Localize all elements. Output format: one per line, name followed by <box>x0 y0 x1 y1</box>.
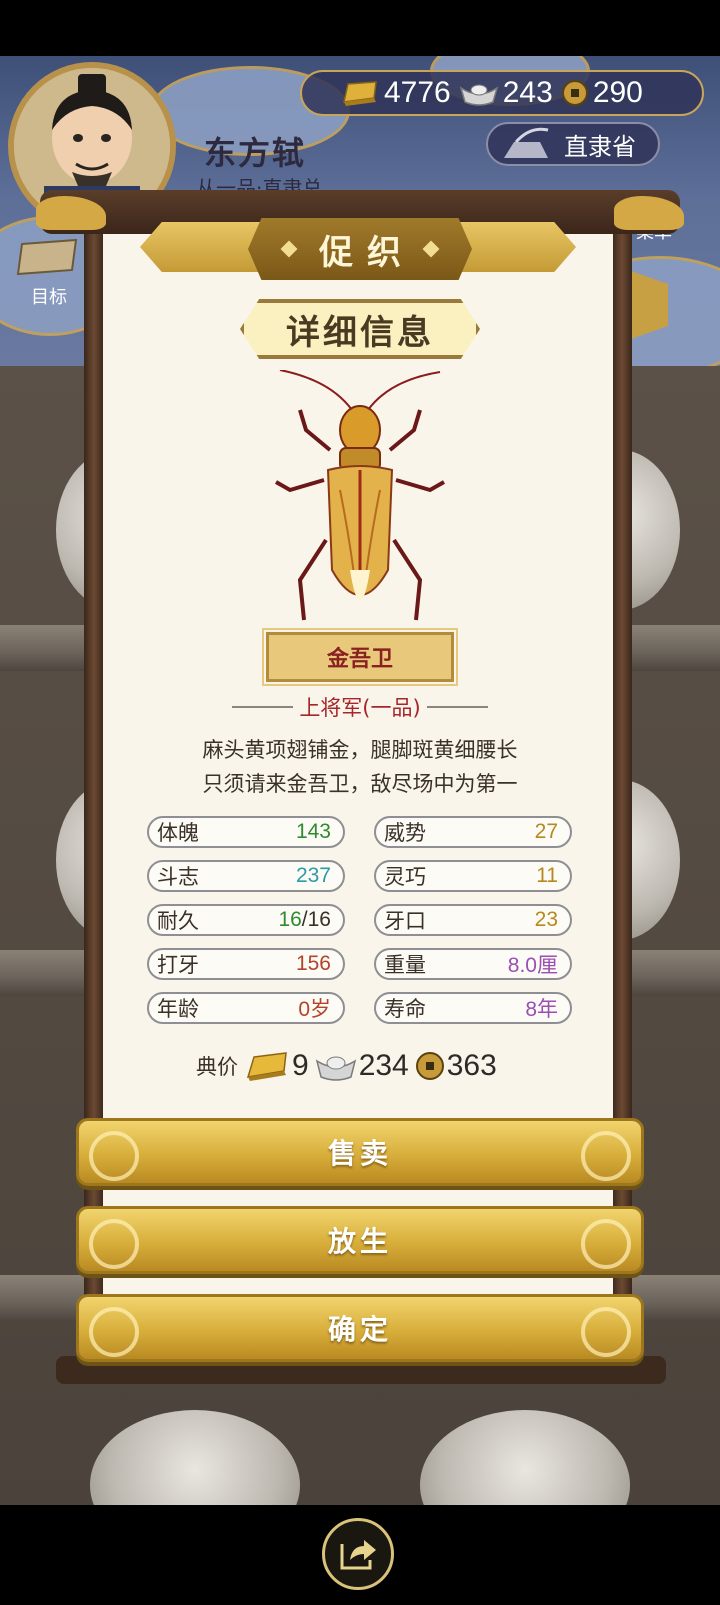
cricket-rank: 上将军(一品) <box>299 696 421 720</box>
stat-label: 耐久 <box>157 909 199 933</box>
detail-header: 详细信息 <box>240 299 480 359</box>
stat-label: 打牙 <box>157 953 199 977</box>
divider <box>232 706 294 708</box>
release-button[interactable]: 放生 <box>76 1206 644 1274</box>
cricket-illustration-icon <box>275 370 445 621</box>
panel-title: 促织 <box>319 232 415 273</box>
stat-weight: 重量 8.0厘 <box>374 948 572 980</box>
stat-value: 23 <box>534 908 558 931</box>
share-icon <box>340 1540 376 1570</box>
gold-amount: 4776 <box>384 76 451 109</box>
copper-coin-icon <box>561 80 588 106</box>
stat-prestige: 威势 27 <box>374 816 572 848</box>
stat-label: 斗志 <box>157 865 199 889</box>
currency-silver: 243 <box>459 76 553 110</box>
stat-label: 寿命 <box>384 997 426 1021</box>
copper-coin-icon <box>415 1052 444 1080</box>
description-line-1: 麻头黄项翅铺金，腿脚斑黄细腰长 <box>202 738 518 762</box>
price-label: 典价 <box>196 1055 238 1079</box>
price-coin: 363 <box>446 1049 497 1082</box>
sell-button-label: 售卖 <box>327 1137 392 1170</box>
scroll-rod-right <box>612 226 632 1376</box>
durability-max: /16 <box>301 908 331 931</box>
stat-age: 年龄 0岁 <box>147 992 345 1024</box>
goal-label: 目标 <box>31 287 67 308</box>
panel-title-plate: 促织 <box>248 218 472 280</box>
stat-agility: 灵巧 11 <box>374 860 572 892</box>
goal-button[interactable]: 目标 <box>14 238 84 309</box>
stat-value: 143 <box>295 820 331 843</box>
diamond-ornament-icon <box>422 240 440 258</box>
silver-ingot-icon <box>459 84 499 106</box>
stat-morale: 斗志 237 <box>147 860 345 892</box>
stat-label: 体魄 <box>157 821 199 845</box>
silver-ingot-icon <box>315 1056 356 1081</box>
cricket-rank-line: 上将军(一品) <box>232 692 489 722</box>
release-button-label: 放生 <box>327 1225 392 1258</box>
price-gold: 9 <box>292 1049 309 1082</box>
gold-bar-icon <box>343 81 377 106</box>
province-selector[interactable]: 直隶省 <box>486 122 660 166</box>
gold-bar-icon <box>246 1052 287 1081</box>
cricket-name: 金吾卫 <box>326 647 393 672</box>
scroll-goal-icon <box>16 238 78 276</box>
stat-label: 重量 <box>384 953 426 977</box>
currency-gold: 4776 <box>342 76 451 110</box>
stat-value: 16/16 <box>278 908 331 932</box>
province-name: 直隶省 <box>564 132 636 161</box>
player-name: 东方轼 <box>204 134 307 172</box>
diamond-ornament-icon <box>280 240 298 258</box>
stat-value: 0岁 <box>298 998 331 1021</box>
stat-bite-attack: 打牙 156 <box>147 948 345 980</box>
status-bar <box>0 0 720 56</box>
cricket-name-plate: 金吾卫 <box>262 628 458 686</box>
stat-value: 11 <box>536 864 558 887</box>
stat-label: 牙口 <box>384 909 426 933</box>
stat-label: 年龄 <box>157 997 199 1021</box>
scroll-rod-left <box>84 226 104 1376</box>
share-button[interactable] <box>322 1518 394 1590</box>
currency-bar: 4776 243 290 <box>300 70 704 116</box>
price-silver: 234 <box>358 1049 409 1082</box>
price-row: 典价 9 234 363 <box>196 1044 536 1088</box>
stat-label: 威势 <box>384 821 426 845</box>
detail-header-text: 详细信息 <box>286 312 434 353</box>
stat-bite-strength: 牙口 23 <box>374 904 572 936</box>
sell-button[interactable]: 售卖 <box>76 1118 644 1186</box>
stat-durability: 耐久 16/16 <box>147 904 345 936</box>
stat-label: 灵巧 <box>384 865 426 889</box>
stat-value: 27 <box>534 820 558 843</box>
sedan-chair-icon <box>504 127 549 158</box>
durability-current: 16 <box>278 908 302 931</box>
currency-coin: 290 <box>561 76 643 110</box>
confirm-button[interactable]: 确定 <box>76 1294 644 1362</box>
divider <box>426 706 489 708</box>
stat-physique: 体魄 143 <box>147 816 345 848</box>
stat-value: 8年 <box>525 998 558 1021</box>
stat-value: 8.0厘 <box>507 954 558 977</box>
confirm-button-label: 确定 <box>327 1313 392 1346</box>
stat-lifespan: 寿命 8年 <box>374 992 572 1024</box>
stat-value: 237 <box>295 864 331 887</box>
silver-amount: 243 <box>502 76 553 109</box>
description-line-2: 只须请来金吾卫，敌尽场中为第一 <box>202 772 518 796</box>
stat-value: 156 <box>295 952 331 975</box>
coin-amount: 290 <box>592 76 643 109</box>
